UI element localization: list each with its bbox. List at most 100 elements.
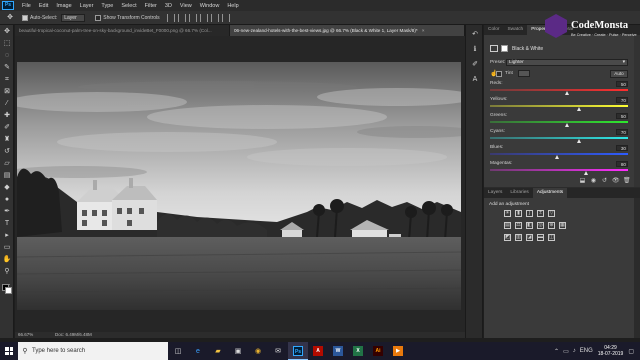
photoshop-taskbar-icon[interactable]: Ps <box>288 342 308 360</box>
align-left-icon[interactable] <box>166 13 175 22</box>
blur-tool-icon[interactable]: ◆ <box>2 183 12 193</box>
volume-icon[interactable]: ♪ <box>573 348 576 354</box>
invert-icon[interactable]: ◩ <box>504 234 511 241</box>
dodge-tool-icon[interactable]: ● <box>2 195 12 205</box>
hue-saturation-icon[interactable]: ▤ <box>504 222 511 229</box>
excel-icon[interactable]: X <box>348 342 368 360</box>
tint-color-swatch[interactable] <box>518 70 530 77</box>
word-icon[interactable]: W <box>328 342 348 360</box>
file-explorer-icon[interactable]: ▰ <box>208 342 228 360</box>
delete-icon[interactable]: 🗑 <box>623 178 631 185</box>
eraser-tool-icon[interactable]: ▱ <box>2 159 12 169</box>
threshold-icon[interactable]: ◪ <box>526 234 533 241</box>
slider-track[interactable] <box>490 137 628 139</box>
tab-color[interactable]: Color <box>484 25 503 35</box>
menu-layer[interactable]: Layer <box>76 3 98 9</box>
transform-controls-checkbox[interactable] <box>95 14 102 21</box>
photo-filter-icon[interactable]: ◎ <box>537 222 544 229</box>
crop-tool-icon[interactable]: ⌗ <box>2 75 12 85</box>
background-color-swatch[interactable] <box>5 287 12 294</box>
photoshop-logo-icon[interactable]: Ps <box>2 1 14 10</box>
slider-thumb[interactable] <box>565 123 570 127</box>
clone-stamp-tool-icon[interactable]: ♜ <box>2 135 12 145</box>
lasso-tool-icon[interactable]: ◌ <box>2 51 12 61</box>
align-top-icon[interactable] <box>199 13 208 22</box>
align-right-icon[interactable] <box>188 13 197 22</box>
curves-icon[interactable]: ∫ <box>526 210 533 217</box>
slider-value-field[interactable]: 80 <box>616 161 628 167</box>
slider-value-field[interactable]: 70 <box>616 129 628 135</box>
slider-thumb[interactable] <box>555 155 560 159</box>
exposure-icon[interactable]: ± <box>537 210 544 217</box>
chrome-icon[interactable]: ◉ <box>248 342 268 360</box>
tab-tropical-palm[interactable]: beautiful-tropical-coconut-palm-tree-on-… <box>15 25 230 36</box>
acrobat-icon[interactable]: A <box>308 342 328 360</box>
path-select-tool-icon[interactable]: ▸ <box>2 231 12 241</box>
character-icon[interactable]: A <box>470 75 480 85</box>
menu-image[interactable]: Image <box>52 3 75 9</box>
menu-3d[interactable]: 3D <box>161 3 176 9</box>
document-image[interactable] <box>17 62 461 310</box>
move-tool-icon[interactable]: ✥ <box>4 13 16 23</box>
eyedropper-tool-icon[interactable]: ⁄ <box>2 99 12 109</box>
task-view-icon[interactable]: ◫ <box>168 342 188 360</box>
zoom-level[interactable]: 66.67% <box>18 332 33 338</box>
posterize-icon[interactable]: ▥ <box>515 234 522 241</box>
align-bottom-icon[interactable] <box>221 13 230 22</box>
document-size[interactable]: Doc: 6.49M/6.48M <box>55 332 92 338</box>
channel-mixer-icon[interactable]: ⊕ <box>548 222 555 229</box>
slider-value-field[interactable]: 70 <box>616 97 628 103</box>
align-middle-icon[interactable] <box>210 13 219 22</box>
menu-help[interactable]: Help <box>223 3 242 9</box>
view-previous-icon[interactable]: ◉ <box>590 178 597 185</box>
slider-value-field[interactable]: 50 <box>616 113 628 119</box>
color-balance-icon[interactable]: ⚖ <box>515 222 522 229</box>
menu-filter[interactable]: Filter <box>141 3 161 9</box>
hand-tool-icon[interactable]: ✋ <box>2 255 12 265</box>
pen-tool-icon[interactable]: ✒ <box>2 207 12 217</box>
media-player-icon[interactable]: ▶ <box>388 342 408 360</box>
slider-track[interactable] <box>490 89 628 91</box>
zoom-tool-icon[interactable]: ⚲ <box>2 267 12 277</box>
brightness-contrast-icon[interactable]: ☀ <box>504 210 511 217</box>
slider-thumb[interactable] <box>576 139 581 143</box>
tab-layers[interactable]: Layers <box>484 188 506 198</box>
slider-value-field[interactable]: 30 <box>616 145 628 151</box>
layer-mask-icon[interactable] <box>501 45 508 52</box>
tint-checkbox[interactable] <box>496 71 502 77</box>
gradient-map-icon[interactable]: ▬ <box>537 234 544 241</box>
history-brush-tool-icon[interactable]: ↺ <box>2 147 12 157</box>
slider-track[interactable] <box>490 121 628 123</box>
tab-libraries-bottom[interactable]: Libraries <box>506 188 532 198</box>
mail-icon[interactable]: ✉ <box>268 342 288 360</box>
color-lookup-icon[interactable]: ▦ <box>559 222 566 229</box>
menu-window[interactable]: Window <box>196 3 224 9</box>
store-icon[interactable]: ▣ <box>228 342 248 360</box>
history-icon[interactable]: ↶ <box>470 30 480 40</box>
clip-to-layer-icon[interactable]: ⬓ <box>579 178 586 185</box>
align-center-icon[interactable] <box>177 13 186 22</box>
move-tool-icon[interactable]: ✥ <box>2 27 12 37</box>
healing-brush-tool-icon[interactable]: ✚ <box>2 111 12 121</box>
slider-track[interactable] <box>490 105 628 107</box>
menu-file[interactable]: File <box>18 3 35 9</box>
type-tool-icon[interactable]: T <box>2 219 12 229</box>
slider-thumb[interactable] <box>584 171 589 175</box>
network-icon[interactable]: ▭ <box>563 348 569 355</box>
black-white-icon[interactable]: ◧ <box>526 222 533 229</box>
edge-browser-icon[interactable]: e <box>188 342 208 360</box>
slider-thumb[interactable] <box>576 107 581 111</box>
menu-edit[interactable]: Edit <box>35 3 52 9</box>
preset-dropdown[interactable]: Lighter ▾ <box>506 59 628 66</box>
selective-color-icon[interactable]: ◫ <box>548 234 555 241</box>
vibrance-icon[interactable]: ▽ <box>548 210 555 217</box>
tab-new-zealand-hotels[interactable]: 06-new-zealand-hotels-with-the-best-view… <box>230 25 465 36</box>
gradient-tool-icon[interactable]: ▤ <box>2 171 12 181</box>
brush-settings-icon[interactable]: ✐ <box>470 60 480 70</box>
close-icon[interactable]: × <box>422 28 425 33</box>
language-indicator[interactable]: ENG <box>580 348 593 354</box>
chevron-up-icon[interactable]: ⌃ <box>554 348 559 355</box>
tab-adjustments[interactable]: Adjustments <box>532 188 568 198</box>
levels-icon[interactable]: ▮ <box>515 210 522 217</box>
start-button[interactable] <box>0 342 18 360</box>
